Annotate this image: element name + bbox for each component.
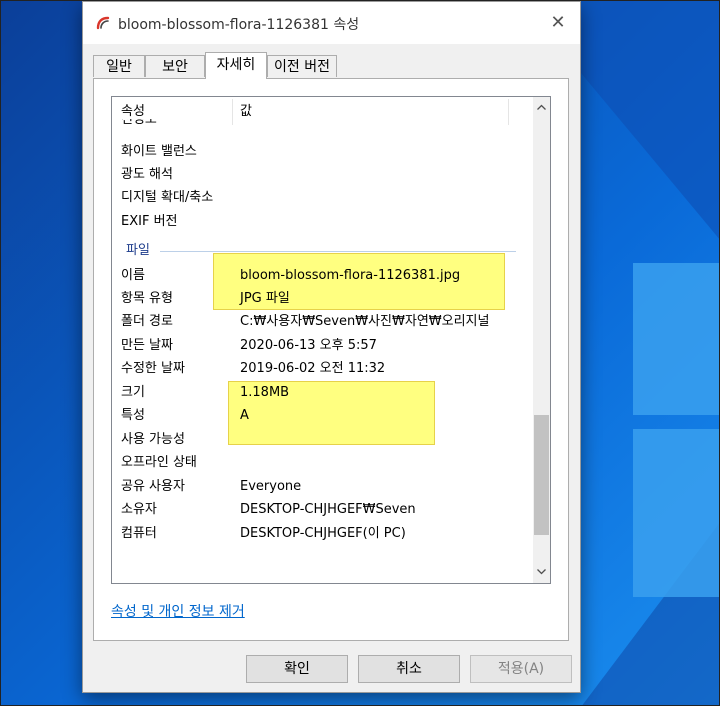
list-item[interactable]: 선명도 <box>121 119 157 133</box>
property-name: 디지털 확대/축소 <box>121 190 214 205</box>
details-list[interactable]: 속성 값 선명도 화이트 밸런스 광도 해석 디지털 확대/축소 EXIF 버전… <box>111 96 551 584</box>
property-value: 2019-06-02 오전 11:32 <box>240 361 386 376</box>
property-value: 1.18MB <box>240 385 290 400</box>
vertical-scrollbar[interactable] <box>533 97 550 583</box>
property-name: 이름 <box>121 268 145 283</box>
screenshot-frame: bloom-blossom-flora-1126381 속성 ✕ 일반 보안 자… <box>0 0 720 706</box>
close-icon[interactable]: ✕ <box>544 10 572 36</box>
scroll-down-icon[interactable] <box>533 564 550 581</box>
tab-details[interactable]: 자세히 <box>205 52 267 79</box>
remove-properties-link[interactable]: 속성 및 개인 정보 제거 <box>111 601 245 621</box>
wallpaper-window-pane <box>633 429 719 597</box>
property-name: 사용 가능성 <box>121 432 185 447</box>
property-value: A <box>240 408 249 423</box>
property-name: 화이트 밸런스 <box>121 144 197 159</box>
title-bar[interactable]: bloom-blossom-flora-1126381 속성 ✕ <box>83 2 580 44</box>
column-separator[interactable] <box>508 99 509 125</box>
photos-app-icon <box>96 16 110 30</box>
property-value: 2020-06-13 오후 5:57 <box>240 338 377 353</box>
property-value: Everyone <box>240 479 302 494</box>
tab-security[interactable]: 보안 <box>145 55 205 77</box>
column-separator[interactable] <box>232 99 233 125</box>
property-value: DESKTOP-CHJHGEF₩Seven <box>240 502 416 517</box>
property-name: 선명도 <box>121 119 157 127</box>
tab-general[interactable]: 일반 <box>93 55 145 77</box>
property-name: 항목 유형 <box>121 291 173 306</box>
cancel-button[interactable]: 취소 <box>358 655 460 683</box>
property-name: 폴더 경로 <box>121 314 173 329</box>
details-panel: 속성 값 선명도 화이트 밸런스 광도 해석 디지털 확대/축소 EXIF 버전… <box>93 78 569 641</box>
tab-previous-versions[interactable]: 이전 버전 <box>267 55 337 77</box>
property-value: JPG 파일 <box>240 291 290 306</box>
property-name: 만든 날짜 <box>121 338 173 353</box>
group-divider <box>160 251 516 252</box>
property-name: 오프라인 상태 <box>121 455 197 470</box>
property-value: C:₩사용자₩Seven₩사진₩자연₩오리지널 <box>240 314 490 329</box>
property-name: 컴퓨터 <box>121 526 157 541</box>
wallpaper-window-pane <box>633 263 719 415</box>
property-name: 광도 해석 <box>121 167 173 182</box>
property-name: 소유자 <box>121 502 157 517</box>
property-value: bloom-blossom-flora-1126381.jpg <box>240 268 461 283</box>
property-value: DESKTOP-CHJHGEF(이 PC) <box>240 526 406 541</box>
window-title: bloom-blossom-flora-1126381 속성 <box>118 17 360 33</box>
scroll-thumb[interactable] <box>534 415 549 536</box>
ok-button[interactable]: 확인 <box>246 655 348 683</box>
property-name: 특성 <box>121 408 145 423</box>
property-name: 크기 <box>121 385 145 400</box>
column-header-value[interactable]: 값 <box>240 97 252 127</box>
properties-dialog: bloom-blossom-flora-1126381 속성 ✕ 일반 보안 자… <box>82 1 581 693</box>
property-name: 수정한 날짜 <box>121 361 185 376</box>
scroll-up-icon[interactable] <box>533 99 550 116</box>
property-name: 공유 사용자 <box>121 479 185 494</box>
apply-button[interactable]: 적용(A) <box>470 655 572 683</box>
group-header-file[interactable]: 파일 <box>126 242 150 260</box>
property-name: EXIF 버전 <box>121 214 178 229</box>
